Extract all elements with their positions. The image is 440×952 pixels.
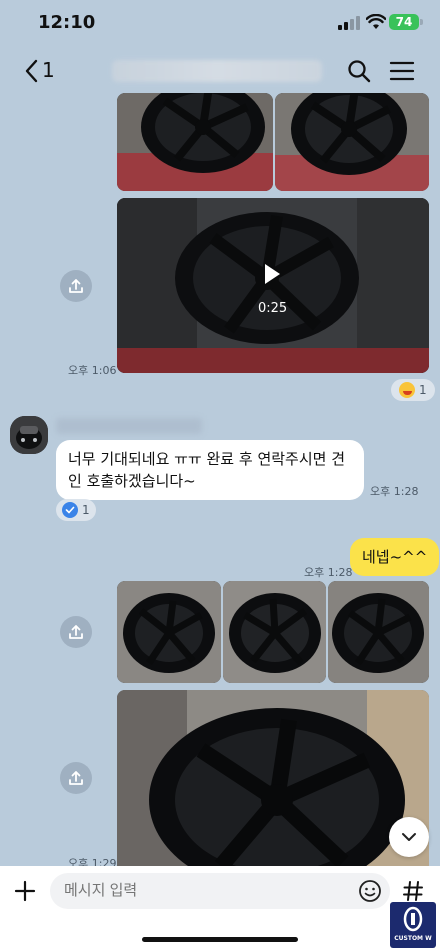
wifi-icon — [366, 14, 386, 29]
plus-icon[interactable] — [12, 878, 38, 904]
share-button[interactable] — [60, 616, 92, 648]
hash-icon[interactable] — [401, 879, 425, 903]
wheel-photo[interactable] — [117, 581, 221, 683]
home-indicator — [142, 937, 298, 942]
watermark-logo: CUSTOM W — [390, 902, 436, 948]
unread-count[interactable]: 1 — [42, 58, 55, 82]
scroll-down-button[interactable] — [389, 817, 429, 857]
sender-name-blurred — [56, 418, 202, 434]
message-time: 오후 1:06 — [68, 364, 117, 377]
status-time: 12:10 — [38, 12, 96, 33]
reaction-count: 1 — [82, 503, 90, 517]
share-icon — [69, 625, 83, 639]
check-reaction-icon — [62, 502, 78, 518]
share-button[interactable] — [60, 762, 92, 794]
video-duration: 0:25 — [258, 301, 288, 316]
reaction-badge[interactable]: 1 — [56, 499, 96, 521]
wheel-photo-large[interactable] — [117, 690, 429, 866]
search-icon[interactable] — [344, 56, 374, 86]
wheel-photo[interactable] — [275, 93, 429, 191]
signal-icon — [338, 16, 360, 30]
battery-indicator: 74 — [389, 14, 419, 30]
outgoing-message[interactable]: 네넵~^^ — [350, 538, 440, 576]
wheel-photo[interactable] — [328, 581, 429, 683]
message-time: 오후 1:28 — [304, 566, 353, 579]
wheel-photo[interactable] — [223, 581, 326, 683]
battery-tip — [420, 19, 423, 25]
share-icon — [69, 279, 83, 293]
message-time: 오후 1:28 — [370, 485, 419, 498]
wheel-photo[interactable] — [117, 93, 273, 191]
reaction-count: 1 — [419, 383, 427, 397]
watermark-text: CUSTOM W — [394, 935, 432, 942]
message-input[interactable] — [50, 873, 390, 909]
reaction-badge[interactable]: 1 — [391, 379, 435, 401]
play-icon[interactable] — [262, 262, 282, 286]
incoming-message[interactable]: 너무 기대되네요 ㅠㅠ 완료 후 연락주시면 견인 호출하겠습니다~ — [56, 440, 364, 500]
chat-title-blurred — [112, 60, 322, 82]
menu-icon[interactable] — [387, 56, 417, 86]
chevron-down-icon — [402, 833, 416, 841]
emoji-icon[interactable] — [358, 879, 382, 903]
emoji-reaction-icon — [399, 382, 415, 398]
share-icon — [69, 771, 83, 785]
avatar[interactable] — [10, 416, 48, 454]
share-button[interactable] — [60, 270, 92, 302]
